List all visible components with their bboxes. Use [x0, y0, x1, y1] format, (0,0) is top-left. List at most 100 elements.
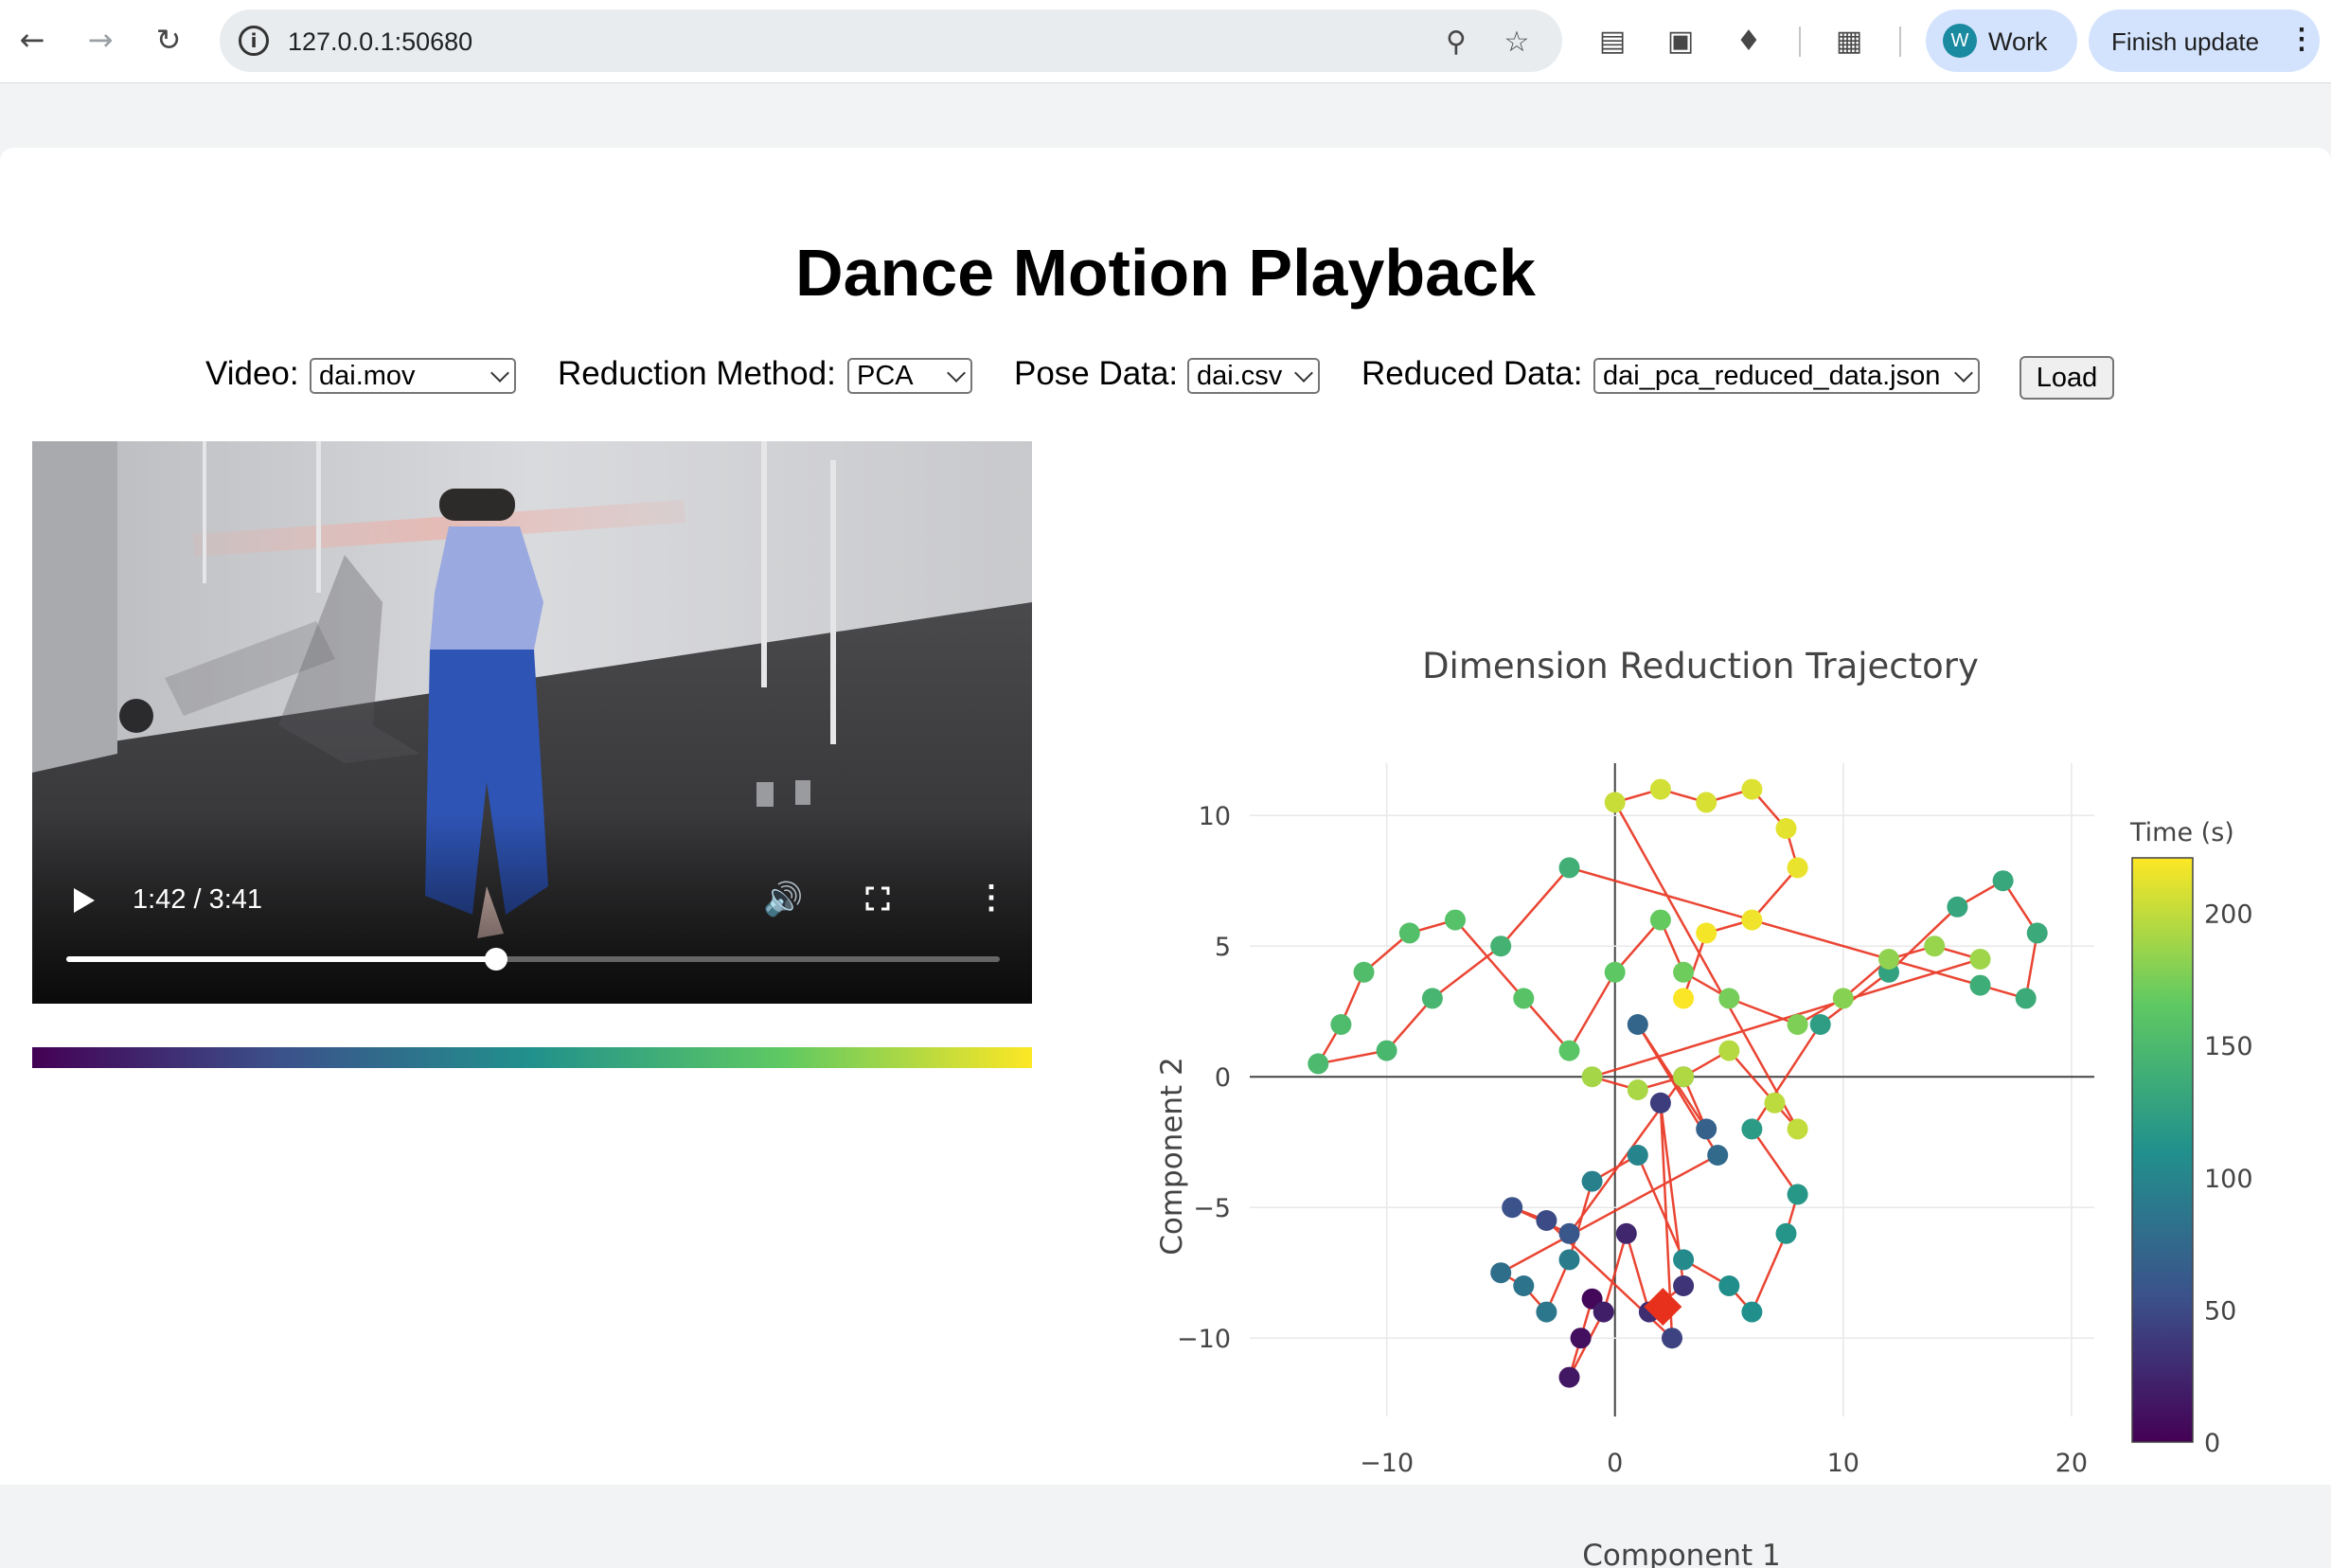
y-tick-label: −5: [1193, 1194, 1231, 1223]
x-tick-label: 0: [1607, 1449, 1623, 1478]
trajectory-chart[interactable]: Dimension Reduction Trajectory −10 0 10 20 10…: [1060, 621, 2282, 1568]
extensions-icon[interactable]: ♦: [1727, 19, 1770, 62]
reload-icon[interactable]: ↻: [144, 15, 193, 64]
more-options-icon[interactable]: ⋮: [975, 879, 1007, 917]
reading-mode-icon[interactable]: ▤: [1591, 19, 1634, 62]
data-point: [1593, 1301, 1614, 1323]
chevron-down-icon: [1954, 364, 1973, 383]
screenshot-icon[interactable]: ▣: [1659, 19, 1702, 62]
video-time: 1:42 / 3:41: [133, 884, 263, 915]
play-icon[interactable]: [74, 888, 95, 913]
data-point: [1662, 1327, 1682, 1349]
data-point: [1673, 961, 1695, 983]
video-player[interactable]: 1:42 / 3:41 🔊 ⋮: [32, 441, 1032, 1004]
reduced-data-value: dai_pca_reduced_data.json: [1603, 361, 1941, 391]
data-point: [1741, 1118, 1763, 1140]
reduction-method-select[interactable]: PCA: [847, 358, 972, 394]
x-axis-label: Component 1: [1582, 1539, 1781, 1568]
avatar: W: [1943, 24, 1977, 58]
zoom-icon[interactable]: ⚲: [1437, 23, 1475, 61]
pose-data-label: Pose Data:: [1014, 355, 1179, 392]
data-point: [1718, 1040, 1740, 1061]
data-point: [1673, 1066, 1695, 1088]
data-point: [1490, 1262, 1512, 1284]
data-point: [1649, 909, 1671, 931]
data-point: [1558, 857, 1580, 879]
y-tick-label: −10: [1177, 1325, 1231, 1354]
y-tick-label: 10: [1199, 802, 1231, 831]
data-point: [1308, 1053, 1329, 1075]
pose-data-value: dai.csv: [1197, 361, 1283, 391]
reduced-data-select[interactable]: dai_pca_reduced_data.json: [1593, 358, 1980, 394]
data-point: [1992, 870, 2014, 892]
data-point: [1787, 1014, 1808, 1035]
data-point: [1558, 1222, 1580, 1244]
data-point: [1969, 974, 1991, 996]
data-point: [1421, 988, 1443, 1009]
chevron-down-icon: [947, 364, 966, 383]
page-title: Dance Motion Playback: [795, 236, 1536, 310]
url-text[interactable]: 127.0.0.1:50680: [288, 27, 472, 57]
data-point: [1809, 1014, 1831, 1035]
data-point: [1558, 1249, 1580, 1271]
data-point: [1787, 1118, 1808, 1140]
data-point: [1558, 1040, 1580, 1061]
site-info-icon[interactable]: i: [239, 26, 269, 56]
toolbar-separator: [1899, 27, 1901, 57]
y-axis-label: Component 2: [1155, 1057, 1189, 1256]
colorbar-tick-label: 150: [2204, 1032, 2253, 1061]
data-point: [1787, 857, 1808, 879]
volume-icon[interactable]: 🔊: [763, 881, 803, 918]
data-point: [1627, 1145, 1648, 1166]
colorbar-title: Time (s): [2129, 818, 2234, 847]
finish-update-button[interactable]: Finish update ⋮: [2089, 9, 2320, 72]
bookmark-star-icon[interactable]: ☆: [1498, 23, 1536, 61]
data-point: [1924, 935, 1946, 957]
data-point: [1787, 1184, 1808, 1205]
tab-search-icon[interactable]: ▦: [1827, 19, 1871, 62]
data-point: [1696, 922, 1717, 944]
profile-label: Work: [1988, 27, 2048, 56]
fullscreen-icon[interactable]: [865, 886, 890, 911]
data-point: [1832, 988, 1854, 1009]
load-button[interactable]: Load: [2020, 356, 2114, 400]
data-point: [1741, 909, 1763, 931]
data-point: [1513, 988, 1535, 1009]
back-icon[interactable]: ←: [8, 15, 57, 64]
data-point: [1741, 778, 1763, 800]
video-progress-thumb[interactable]: [484, 948, 507, 971]
chevron-down-icon: [490, 364, 509, 383]
data-point: [1581, 1066, 1603, 1088]
profile-button[interactable]: W Work: [1926, 9, 2077, 72]
data-point: [1490, 935, 1512, 957]
data-point: [1627, 1079, 1648, 1100]
data-point: [1604, 961, 1626, 983]
y-tick-label: 0: [1215, 1063, 1231, 1093]
data-point: [1673, 988, 1695, 1009]
pose-data-select[interactable]: dai.csv: [1187, 358, 1320, 394]
data-point: [1673, 1249, 1695, 1271]
video-progress-track[interactable]: [66, 948, 1000, 971]
colorbar: [2131, 857, 2194, 1443]
browser-toolbar: ← → ↻ i 127.0.0.1:50680 ⚲ ☆ ▤ ▣ ♦ ▦ W Wo…: [0, 0, 2331, 83]
data-point: [1513, 1275, 1535, 1296]
address-bar[interactable]: i 127.0.0.1:50680 ⚲ ☆: [220, 9, 1562, 72]
data-point: [1627, 1014, 1648, 1035]
x-tick-label: 10: [1827, 1449, 1859, 1478]
data-point: [1445, 909, 1466, 931]
data-point: [1649, 778, 1671, 800]
page-content: Dance Motion Playback Video: dai.mov Red…: [0, 148, 2331, 1568]
forward-icon[interactable]: →: [76, 15, 125, 64]
data-point: [1673, 1275, 1695, 1296]
update-label: Finish update: [2111, 27, 2260, 56]
data-point: [1707, 1145, 1729, 1166]
data-point: [1558, 1366, 1580, 1388]
video-select[interactable]: dai.mov: [310, 358, 516, 394]
x-tick-label: −10: [1360, 1449, 1414, 1478]
data-point: [1878, 949, 1899, 970]
y-tick-label: 5: [1215, 933, 1231, 962]
colorbar-tick-label: 200: [2204, 900, 2253, 930]
data-point: [1581, 1170, 1603, 1192]
more-menu-icon[interactable]: ⋮: [2287, 23, 2316, 56]
reduction-method-label: Reduction Method:: [558, 355, 836, 392]
